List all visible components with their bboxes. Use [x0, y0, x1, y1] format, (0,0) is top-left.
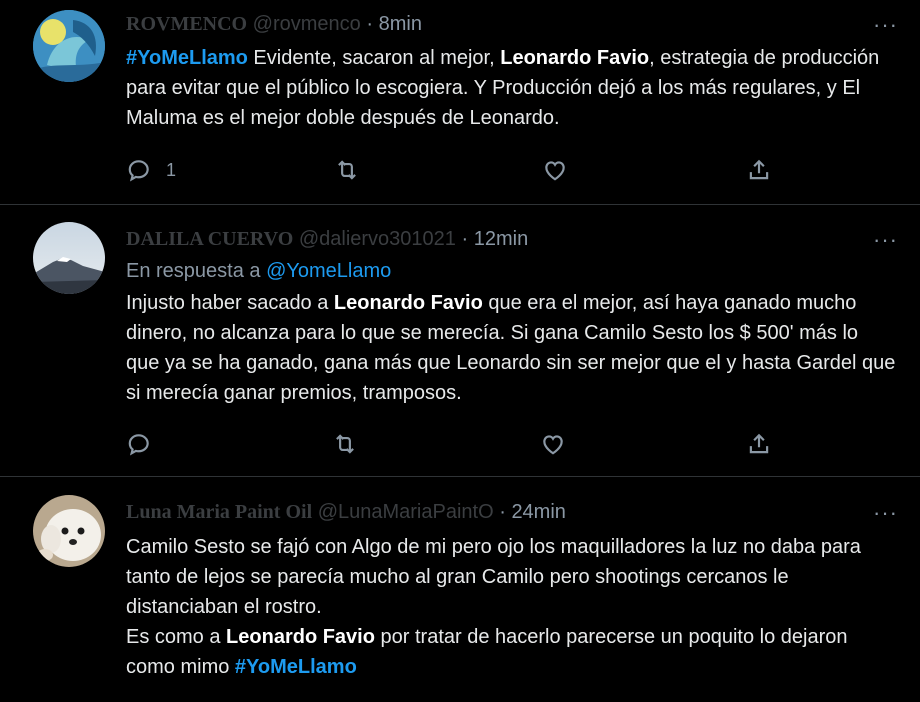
- reply-count: 1: [166, 159, 177, 180]
- retweet-button[interactable]: [332, 430, 358, 458]
- tweet-text-part: Injusto haber sacado a: [126, 292, 334, 314]
- retweet-icon: [332, 431, 358, 457]
- timestamp[interactable]: 12min: [474, 228, 528, 250]
- avatar[interactable]: [33, 495, 105, 567]
- more-options-button[interactable]: ···: [873, 229, 898, 251]
- tweet-text-bold: Leonardo Favio: [500, 47, 650, 69]
- tweet[interactable]: Luna Maria Paint Oil @LunaMariaPaintO · …: [0, 477, 920, 702]
- hashtag-link[interactable]: #YoMeLlamo: [126, 47, 248, 69]
- tweet-text-bold: Leonardo Favio: [333, 292, 483, 314]
- avatar-image: [33, 222, 105, 294]
- tweet-header: ROVMENCO @rovmenco · 8min: [126, 12, 422, 36]
- share-button[interactable]: [746, 156, 772, 184]
- author-name[interactable]: ROVMENCO: [126, 13, 247, 35]
- tweet-text: Camilo Sesto se fajó con Algo de mi pero…: [126, 532, 896, 682]
- tweet-text-paragraph: Es como a Leonardo Favio por tratar de h…: [126, 622, 896, 682]
- timestamp[interactable]: 8min: [379, 13, 422, 35]
- action-bar: 1: [126, 156, 776, 184]
- avatar[interactable]: [33, 222, 105, 294]
- tweet-text-part: Es como a: [126, 626, 227, 648]
- reply-icon: [126, 157, 152, 183]
- author-handle[interactable]: @LunaMariaPaintO: [318, 501, 494, 523]
- tweet-text-paragraph: Camilo Sesto se fajó con Algo de mi pero…: [126, 536, 861, 618]
- more-options-button[interactable]: ···: [873, 502, 898, 524]
- more-options-button[interactable]: ···: [873, 14, 898, 36]
- tweet-text-bold: Leonardo Favio: [226, 626, 375, 648]
- separator-dot: ·: [499, 501, 506, 523]
- tweet[interactable]: DALILA CUERVO @daliervo301021 · 12min ··…: [0, 205, 920, 475]
- reply-button[interactable]: 1: [126, 156, 176, 184]
- share-icon: [746, 431, 772, 457]
- like-button[interactable]: [542, 156, 568, 184]
- avatar[interactable]: [33, 10, 105, 82]
- share-icon: [746, 157, 772, 183]
- like-button[interactable]: [540, 430, 566, 458]
- tweet-header: DALILA CUERVO @daliervo301021 · 12min: [126, 227, 528, 251]
- avatar-image: [33, 495, 105, 567]
- tweet[interactable]: ROVMENCO @rovmenco · 8min ··· #YoMeLlamo…: [0, 0, 920, 203]
- timestamp[interactable]: 24min: [511, 501, 565, 523]
- separator-dot: ·: [366, 13, 374, 35]
- separator-dot: ·: [461, 228, 469, 250]
- reply-button[interactable]: [126, 430, 152, 458]
- avatar-image: [33, 10, 105, 82]
- tweet-text: Injusto haber sacado a Leonardo Favio qu…: [126, 288, 896, 408]
- mention-link[interactable]: @YomeLlamo: [266, 260, 391, 282]
- author-name[interactable]: Luna Maria Paint Oil: [126, 501, 312, 523]
- retweet-icon: [334, 157, 360, 183]
- author-handle[interactable]: @daliervo301021: [299, 228, 456, 250]
- hashtag-link[interactable]: #YoMeLlamo: [235, 656, 357, 678]
- retweet-button[interactable]: [334, 156, 360, 184]
- like-icon: [542, 157, 568, 183]
- like-icon: [540, 431, 566, 457]
- tweet-text-part: Evidente, sacaron al mejor,: [247, 47, 501, 69]
- reply-context-label: En respuesta a: [126, 260, 267, 282]
- tweet-header: Luna Maria Paint Oil @LunaMariaPaintO · …: [126, 500, 566, 524]
- reply-context: En respuesta a @YomeLlamo: [126, 258, 391, 284]
- tweet-text: #YoMeLlamo Evidente, sacaron al mejor, L…: [126, 43, 896, 133]
- author-name[interactable]: DALILA CUERVO: [126, 228, 293, 250]
- reply-icon: [126, 431, 152, 457]
- action-bar: [126, 430, 776, 458]
- author-handle[interactable]: @rovmenco: [253, 13, 361, 35]
- share-button[interactable]: [746, 430, 772, 458]
